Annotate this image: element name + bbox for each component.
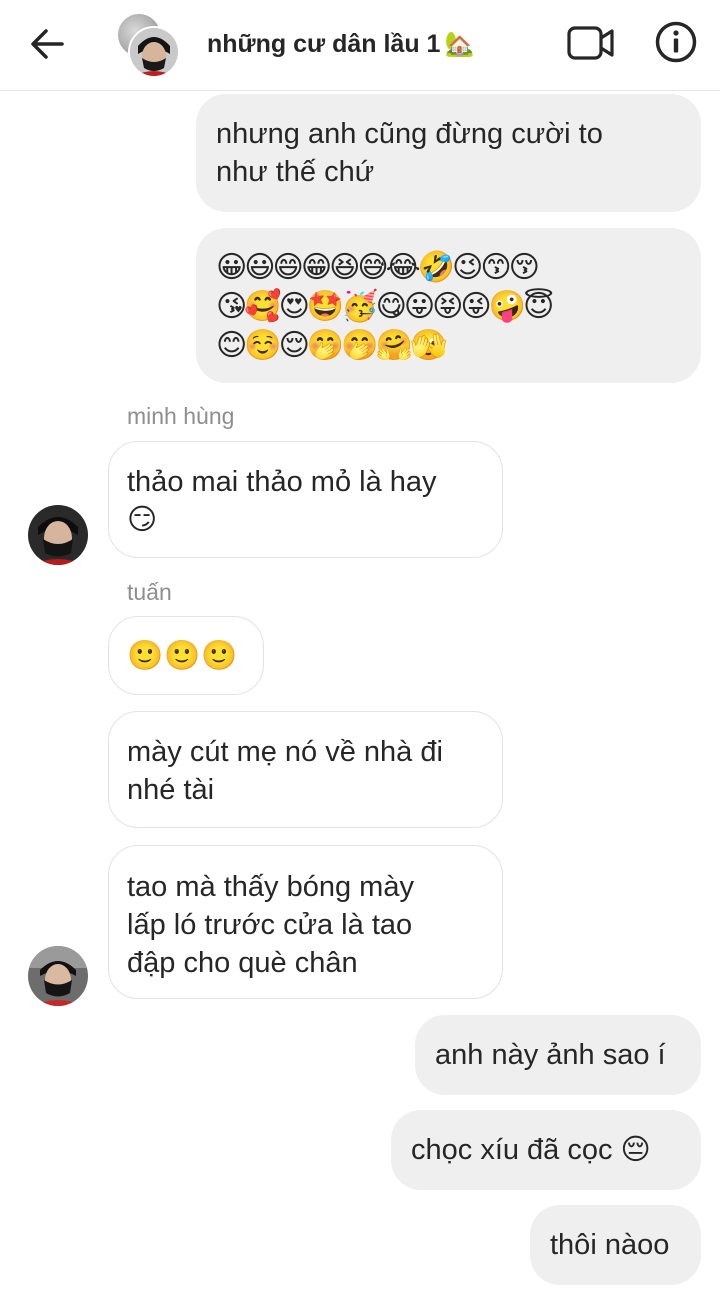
message-bubble-incoming[interactable]: tao mà thấy bóng mày lấp ló trước cửa là… bbox=[108, 845, 503, 999]
back-arrow-icon[interactable] bbox=[26, 24, 70, 64]
chat-header: những cư dân lầu 1 🏡 bbox=[0, 0, 720, 91]
message-bubble-outgoing[interactable]: chọc xíu đã cọc 😔 bbox=[391, 1110, 701, 1190]
group-avatar[interactable] bbox=[116, 12, 180, 78]
group-avatar-front bbox=[128, 26, 180, 78]
sender-name: minh hùng bbox=[127, 403, 235, 429]
chat-title-text: những cư dân lầu 1 bbox=[207, 30, 441, 58]
video-call-icon[interactable] bbox=[566, 22, 616, 64]
sender-avatar[interactable] bbox=[28, 505, 88, 565]
message-bubble-incoming[interactable]: thảo mai thảo mỏ là hay 😏 bbox=[108, 441, 503, 558]
message-bubble-outgoing[interactable]: anh này ảnh sao í bbox=[415, 1015, 701, 1095]
info-icon[interactable] bbox=[654, 20, 698, 64]
sender-avatar[interactable] bbox=[28, 946, 88, 1006]
chat-title[interactable]: những cư dân lầu 1 🏡 bbox=[207, 30, 474, 59]
sender-name: tuấn bbox=[127, 579, 172, 605]
message-bubble-outgoing-emoji[interactable]: 😀😃😄😁😆😅😂🤣😉😙😚 😘🥰😍🤩🥳😋😛😝😜🤪😇 😊☺️😌🤭🤭🤗🫣 bbox=[196, 228, 701, 383]
message-bubble-outgoing[interactable]: nhưng anh cũng đừng cười to như thế chứ bbox=[196, 94, 701, 212]
message-bubble-incoming[interactable]: mày cút mẹ nó về nhà đi nhé tài bbox=[108, 711, 503, 828]
house-emoji: 🏡 bbox=[444, 31, 475, 58]
message-bubble-outgoing[interactable]: thôi nàoo bbox=[530, 1205, 701, 1285]
message-bubble-incoming[interactable]: 🙂🙂🙂 bbox=[108, 616, 264, 695]
